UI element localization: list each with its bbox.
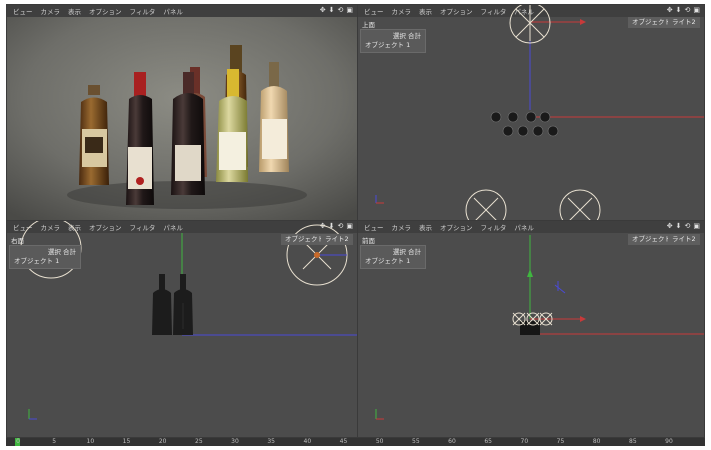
menu-panel[interactable]: パネル bbox=[163, 6, 183, 16]
viewport-right[interactable]: ビュー カメラ 表示 オプション フィルタ パネル ✥ ⬇ ⟲ ▣ 右面 選択 … bbox=[7, 221, 357, 437]
move-icon[interactable]: ✥ bbox=[320, 6, 326, 14]
rotate-icon[interactable]: ⟲ bbox=[338, 6, 344, 14]
selection-total-label: 選択 合計 bbox=[392, 248, 421, 256]
timeline-tick-label: 10 bbox=[86, 438, 95, 445]
timeline-tick-label: 65 bbox=[484, 438, 492, 445]
timeline-ruler[interactable]: 0 5 10 15 20 25 30 35 40 45 50 55 60 65 70 75 80 85 90 bbox=[6, 438, 705, 446]
timeline-tick-label: 70 bbox=[520, 438, 529, 445]
selection-total-label: 選択 合計 bbox=[392, 32, 421, 40]
menu-options[interactable]: オプション bbox=[89, 6, 122, 16]
timeline-tick-label: 75 bbox=[556, 438, 565, 445]
menu-filter[interactable]: フィルタ bbox=[130, 6, 156, 16]
object-count-value: 1 bbox=[406, 257, 411, 265]
timeline-tick-label: 25 bbox=[195, 438, 203, 445]
maximize-icon[interactable]: ▣ bbox=[346, 6, 353, 14]
object-count-value: 1 bbox=[55, 257, 60, 265]
timeline-tick-label: 15 bbox=[122, 438, 131, 445]
object-count-label: オブジェクト bbox=[365, 41, 404, 49]
viewport-nav-icons: ✥ ⬇ ⟲ ▣ bbox=[320, 6, 353, 14]
timeline-tick-label: 90 bbox=[665, 438, 673, 445]
lights-chip[interactable]: ライト2 bbox=[668, 234, 700, 245]
viewport-perspective[interactable]: ビュー カメラ 表示 オプション フィルタ パネル ✥ ⬇ ⟲ ▣ bbox=[7, 5, 357, 220]
timeline-tick-label: 55 bbox=[412, 438, 420, 445]
timeline-tick-label: 30 bbox=[231, 438, 239, 445]
timeline-tick-label: 35 bbox=[267, 438, 275, 445]
menu-camera[interactable]: カメラ bbox=[41, 6, 61, 16]
timeline-tick-label: 50 bbox=[375, 438, 384, 445]
object-count-label: オブジェクト bbox=[14, 257, 53, 265]
selection-info-panel: 選択 合計 オブジェクト 1 bbox=[9, 245, 81, 269]
viewport-front[interactable]: ビュー カメラ 表示 オプション フィルタ パネル ✥ ⬇ ⟲ ▣ 前面 選択 … bbox=[358, 221, 704, 437]
viewport-menubar: ビュー カメラ 表示 オプション フィルタ パネル bbox=[7, 5, 357, 17]
timeline-tick-label: 45 bbox=[339, 438, 348, 445]
timeline-tick-label: 60 bbox=[448, 438, 456, 445]
timeline-tick-label: 5 bbox=[52, 438, 57, 445]
object-count-label: オブジェクト bbox=[365, 257, 404, 265]
lights-chip[interactable]: ライト2 bbox=[668, 17, 700, 28]
viewport-label-top: 上面 bbox=[362, 21, 375, 29]
timeline-tick-label: 40 bbox=[303, 438, 312, 445]
timeline-tick-label: 20 bbox=[158, 438, 167, 445]
timeline-tick-label: 0 bbox=[16, 438, 20, 445]
timeline-tick-label: 85 bbox=[629, 438, 637, 445]
selection-total-label: 選択 合計 bbox=[47, 248, 76, 256]
timeline-tick-label: 80 bbox=[592, 438, 601, 445]
object-count-value: 1 bbox=[406, 41, 411, 49]
viewport-top[interactable]: ビュー カメラ 表示 オプション フィルタ パネル ✥ ⬇ ⟲ ▣ 上面 選択 … bbox=[358, 5, 704, 220]
selection-info-panel: 選択 合計 オブジェクト 1 bbox=[360, 29, 426, 53]
menu-view[interactable]: ビュー bbox=[13, 6, 33, 16]
viewport-label-front: 前面 bbox=[362, 237, 375, 245]
lights-chip[interactable]: ライト2 bbox=[321, 234, 353, 245]
viewport-label-right: 右面 bbox=[11, 237, 24, 245]
down-arrow-icon[interactable]: ⬇ bbox=[329, 6, 335, 14]
menu-display[interactable]: 表示 bbox=[68, 6, 81, 16]
rendered-wine-bottles-scene bbox=[7, 17, 357, 220]
selection-info-panel: 選択 合計 オブジェクト 1 bbox=[360, 245, 426, 269]
